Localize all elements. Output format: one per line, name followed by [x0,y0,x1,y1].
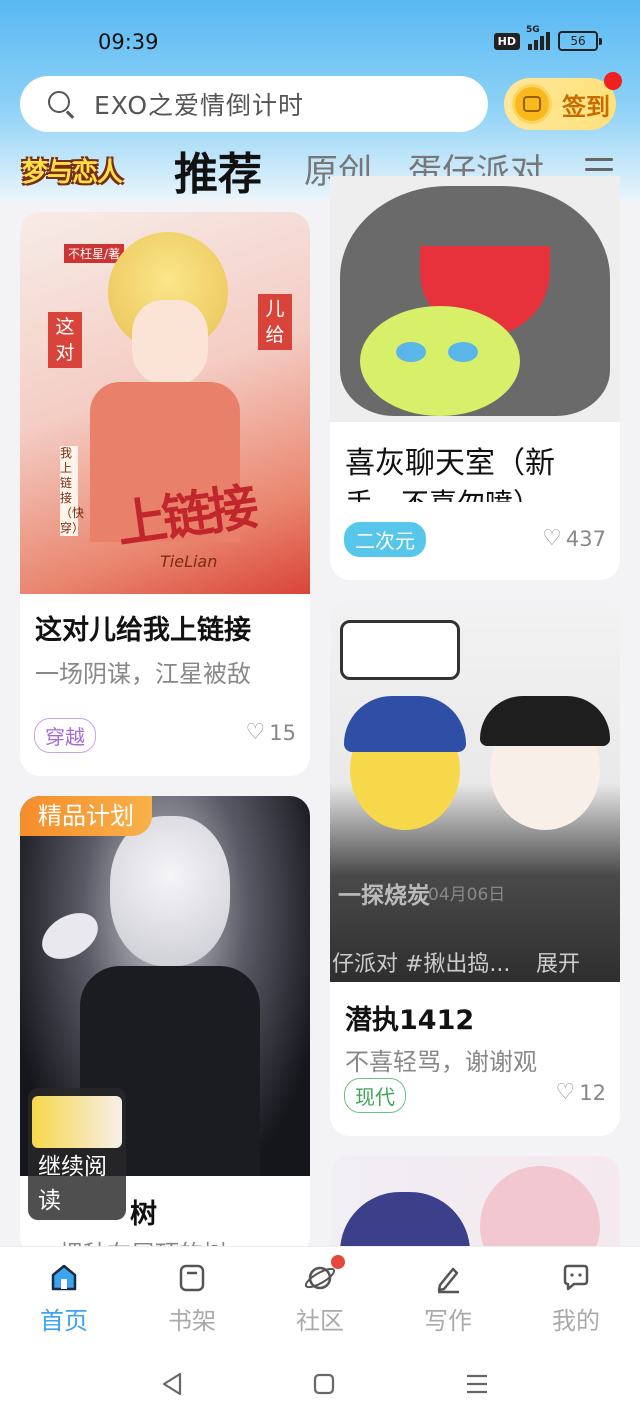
status-icons: HD 5G 56 [493,25,602,51]
cover-hashtag: 仔派对 #揪出捣... [332,952,511,977]
hd-badge: HD [493,32,520,50]
book-card-1[interactable]: 不枉星/著 这对 儿给 上链接 我上链接（快穿） TieLian 这对儿给我上链… [20,212,310,776]
battery-icon: 56 [558,31,602,51]
nav-bookshelf[interactable]: 书架 [147,1261,237,1336]
mini-cover [32,1096,122,1148]
recent-apps-icon[interactable] [464,1370,490,1402]
book-card-3[interactable]: 一探烧炭 04月06日 仔派对 #揪出捣... 展开 潜执1412 不喜轻骂，谢… [330,600,620,1136]
home-square-icon[interactable] [312,1370,336,1402]
network-label: 5G [526,25,540,35]
cover-panel [340,620,460,680]
genre-tag[interactable]: 现代 [344,1078,406,1113]
character-head [110,816,230,966]
bottom-nav: 首页 书架 社区 写作 我的 [0,1246,640,1350]
nav-home[interactable]: 首页 [19,1261,109,1336]
bookshelf-icon [175,1261,209,1295]
book-card-2[interactable]: 喜灰聊天室（新 手，不喜勿喷） 二次元 ♡ 437 [330,176,620,580]
book-cover-2 [330,176,620,422]
frog-eye-right [448,342,478,362]
cover-author: 不枉星/著 [64,244,125,263]
nav-label: 书架 [168,1307,216,1335]
likes[interactable]: ♡ 12 [556,1080,606,1105]
likes[interactable]: ♡ 15 [246,720,296,745]
heart-icon: ♡ [542,526,562,551]
nav-community[interactable]: 社区 [275,1255,365,1336]
home-icon [47,1261,81,1295]
signin-label: 签到 [562,92,610,121]
book-desc: 不喜轻骂，谢谢观 [345,1048,537,1074]
nav-profile[interactable]: 我的 [531,1261,621,1336]
cover-subtitle: 我上链接（快穿） [60,446,85,536]
community-notification-dot [331,1255,345,1269]
nav-label: 社区 [296,1307,344,1335]
planet-icon [303,1255,345,1295]
frog-eye-left [396,342,426,362]
police-cap [344,696,466,752]
cover-pinyin: TieLian [160,552,218,571]
cover-expand: 展开 [536,952,581,977]
cover-caption: 一探烧炭 [338,883,430,909]
premium-badge: 精品计划 [20,796,152,836]
like-count: 12 [579,1080,606,1105]
book-title: 喜灰聊天室（新 [345,446,555,481]
book-title: 潜执1412 [345,1005,475,1036]
cover-title-left: 这对 [48,312,82,368]
genre-tag[interactable]: 二次元 [344,522,426,557]
heart-icon: ♡ [555,1080,576,1105]
coin-icon [512,84,552,124]
status-time: 09:39 [98,30,159,54]
lily-flower [34,903,106,969]
like-count: 15 [269,720,296,745]
search-icon [46,89,76,119]
cover-date: 04月06日 [428,885,506,905]
signal-icon: 5G [526,25,550,50]
cover-title-right: 儿给 [258,294,292,350]
back-icon[interactable] [160,1370,184,1402]
chat-profile-icon [559,1261,593,1295]
frog-character [360,306,520,416]
black-hair [480,696,610,746]
continue-reading-label: 继续阅读 [38,1154,107,1214]
like-count: 437 [565,526,606,551]
logo[interactable]: 梦与恋人 [22,152,123,189]
heart-icon: ♡ [245,720,266,745]
search-placeholder: EXO之爱情倒计时 [94,91,305,120]
character-face [132,300,208,384]
book-desc: 手，不喜勿喷） [345,482,607,502]
notification-dot [604,72,622,90]
system-nav-bar [0,1350,640,1422]
search-bar[interactable]: EXO之爱情倒计时 [20,76,488,132]
nav-label: 我的 [552,1307,600,1335]
book-cover-3: 一探烧炭 04月06日 仔派对 #揪出捣... 展开 [330,600,620,982]
signin-button[interactable]: 签到 [504,78,616,130]
pen-icon [431,1261,465,1295]
book-cover-1: 不枉星/著 这对 儿给 上链接 我上链接（快穿） TieLian [20,212,310,594]
tab-recommend[interactable]: 推荐 [174,138,262,202]
nav-write[interactable]: 写作 [403,1261,493,1336]
nav-label: 首页 [40,1307,88,1335]
status-bar: 09:39 HD 5G 56 [0,0,640,80]
nav-label: 写作 [424,1307,472,1335]
genre-tag[interactable]: 穿越 [34,718,96,753]
book-desc: 一场阴谋，江星被敌 [35,660,251,688]
book-title: 树 [130,1199,157,1230]
continue-reading-widget[interactable]: 继续阅读 [28,1088,126,1220]
likes[interactable]: ♡ 437 [542,526,606,551]
book-title: 这对儿给我上链接 [35,615,251,646]
